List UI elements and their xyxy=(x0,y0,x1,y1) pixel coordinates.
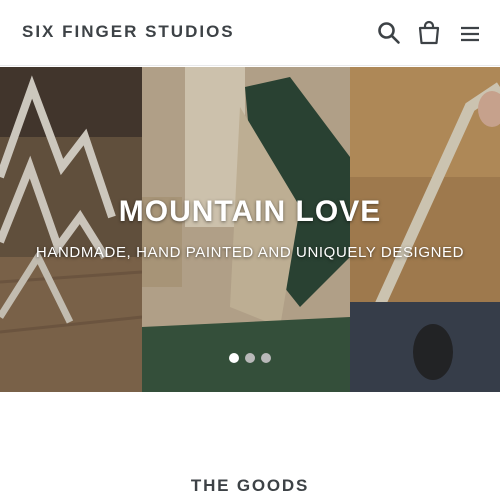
slideshow-dots xyxy=(0,353,500,363)
slide-dot-1[interactable] xyxy=(229,353,239,363)
section-title: THE GOODS xyxy=(190,476,310,496)
hero-overlay xyxy=(0,67,500,392)
slide-dot-3[interactable] xyxy=(261,353,271,363)
menu-icon[interactable] xyxy=(457,20,483,46)
site-header: SIX FINGER STUDIOS xyxy=(0,0,500,66)
slide-dot-2[interactable] xyxy=(245,353,255,363)
search-icon[interactable] xyxy=(376,20,402,46)
cart-icon[interactable] xyxy=(416,20,442,46)
hero-subtitle: HANDMADE, HAND PAINTED AND UNIQUELY DESI… xyxy=(35,244,465,261)
hero-title: MOUNTAIN LOVE xyxy=(118,195,382,228)
site-logo[interactable]: SIX FINGER STUDIOS xyxy=(22,22,235,42)
hero-slideshow: MOUNTAIN LOVE HANDMADE, HAND PAINTED AND… xyxy=(0,67,500,392)
